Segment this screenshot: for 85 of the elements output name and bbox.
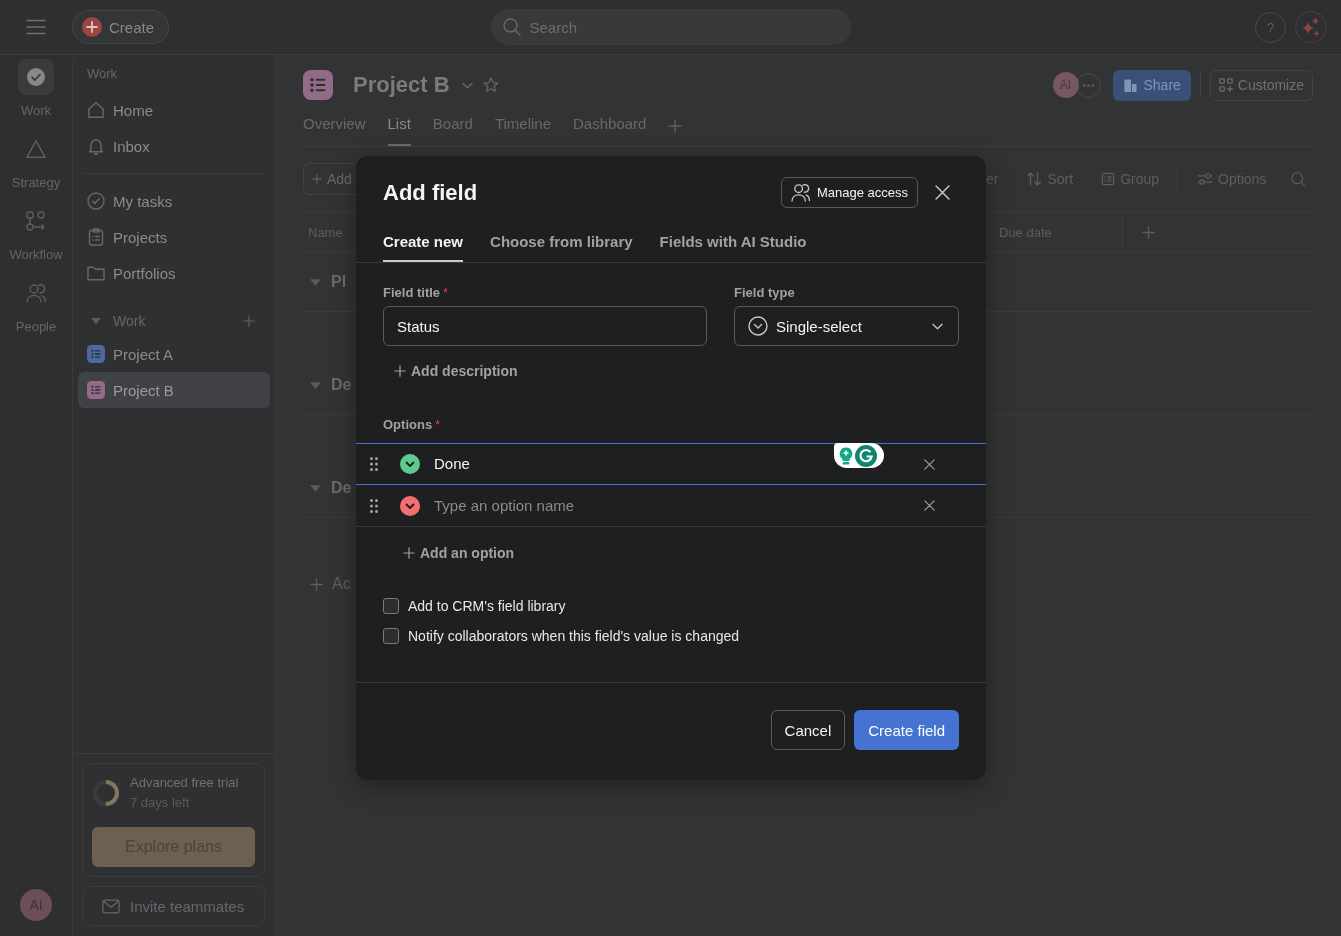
tab[interactable]: Choose from library xyxy=(490,225,633,262)
option-name-input[interactable]: Type an option name xyxy=(434,495,924,516)
field-title-input[interactable]: Status xyxy=(383,306,707,346)
section-title: De xyxy=(331,376,352,394)
field-label: Options xyxy=(383,416,433,432)
sidebar-item[interactable]: My tasks xyxy=(78,183,270,219)
plus-circle-icon xyxy=(82,17,102,37)
sidebar-heading: Work xyxy=(86,65,119,83)
search-icon[interactable] xyxy=(1291,171,1306,187)
color-dot-icon[interactable] xyxy=(400,454,420,474)
g-circle-icon[interactable] xyxy=(855,444,877,467)
tab[interactable]: List xyxy=(387,111,411,146)
close-icon[interactable] xyxy=(924,500,935,511)
trial-title: Advanced free trial xyxy=(130,774,239,792)
extension-badge[interactable] xyxy=(834,443,884,468)
bell-icon xyxy=(87,137,105,155)
people-icon xyxy=(790,183,812,202)
sliders-icon xyxy=(1197,172,1214,186)
invite-button[interactable]: Invite teammates xyxy=(82,886,265,926)
create-field-button[interactable]: Create field xyxy=(854,710,959,750)
menu-icon[interactable] xyxy=(26,19,46,35)
sidebar-item[interactable]: Project B xyxy=(78,372,270,408)
dialog-title: Add field xyxy=(383,179,478,206)
required-asterisk: * xyxy=(435,416,441,432)
more-icon[interactable] xyxy=(1075,72,1101,98)
tab[interactable]: Create new xyxy=(383,225,464,262)
drag-handle-icon[interactable] xyxy=(370,498,378,513)
add-description-button[interactable]: Add description xyxy=(394,360,518,382)
close-icon[interactable] xyxy=(924,458,935,470)
sort-icon xyxy=(1026,171,1043,187)
sidebar-item[interactable]: Home xyxy=(78,92,270,128)
field-label: Field title xyxy=(383,284,441,300)
grid-plus-icon xyxy=(1218,78,1233,92)
sidebar-item[interactable]: Inbox xyxy=(78,128,270,164)
section-title: Pl xyxy=(331,273,347,291)
share-button[interactable]: Share xyxy=(1112,69,1191,101)
home-icon xyxy=(87,101,105,119)
check-circle-icon xyxy=(87,192,105,210)
caret-down-icon[interactable] xyxy=(310,484,321,492)
required-asterisk: * xyxy=(443,284,449,300)
drag-handle-icon[interactable] xyxy=(370,457,378,471)
plus-icon xyxy=(403,547,415,559)
add-option-button[interactable]: Add an option xyxy=(403,542,515,564)
section-title: De xyxy=(331,479,352,497)
section-title: Work xyxy=(113,313,146,329)
cancel-button[interactable]: Cancel xyxy=(770,710,846,750)
circle-chevron-icon xyxy=(748,316,768,336)
checkbox-label[interactable]: Notify collaborators when this field's value is changed xyxy=(408,628,740,644)
field-type-select[interactable]: Single-select xyxy=(734,306,959,346)
sidebar-item[interactable]: Projects xyxy=(78,219,270,255)
checkbox[interactable] xyxy=(383,598,399,614)
caret-down-icon[interactable] xyxy=(91,318,101,324)
list-box-icon xyxy=(1101,172,1116,186)
create-button[interactable]: Create xyxy=(72,10,170,44)
tab[interactable]: Fields with AI Studio xyxy=(659,225,807,262)
option-name-input[interactable]: Done xyxy=(434,454,924,474)
lightbulb-icon[interactable] xyxy=(839,446,853,465)
plus-icon xyxy=(310,577,323,591)
customize-button[interactable]: Customize xyxy=(1209,69,1313,101)
plus-icon xyxy=(394,365,406,377)
envelope-icon xyxy=(102,898,120,914)
plus-icon[interactable] xyxy=(1141,225,1155,239)
checkbox-label[interactable]: Add to CRM's field library xyxy=(408,598,566,614)
sidebar-item[interactable]: Portfolios xyxy=(78,255,270,291)
field-label: Field type xyxy=(734,284,795,300)
clipboard-icon xyxy=(87,228,105,246)
caret-down-icon[interactable] xyxy=(310,381,321,389)
checkbox[interactable] xyxy=(383,628,399,644)
sidebar-item[interactable]: Project A xyxy=(78,336,270,372)
search-icon xyxy=(502,18,521,36)
building-icon xyxy=(1122,77,1138,93)
sparkles-icon[interactable] xyxy=(1295,11,1327,43)
caret-down-icon[interactable] xyxy=(310,278,321,286)
plus-icon[interactable] xyxy=(668,119,683,133)
chevron-down-icon[interactable] xyxy=(461,81,473,89)
plus-icon xyxy=(312,174,322,184)
close-icon[interactable] xyxy=(935,185,950,200)
plus-icon[interactable] xyxy=(243,315,255,327)
folder-icon xyxy=(87,264,105,282)
color-dot-icon[interactable] xyxy=(400,495,420,516)
star-icon[interactable] xyxy=(482,77,499,93)
chevron-down-icon xyxy=(932,322,943,330)
progress-ring xyxy=(92,779,120,807)
manage-access-button[interactable]: Manage access xyxy=(780,177,918,208)
project-title: Project B xyxy=(353,72,450,98)
